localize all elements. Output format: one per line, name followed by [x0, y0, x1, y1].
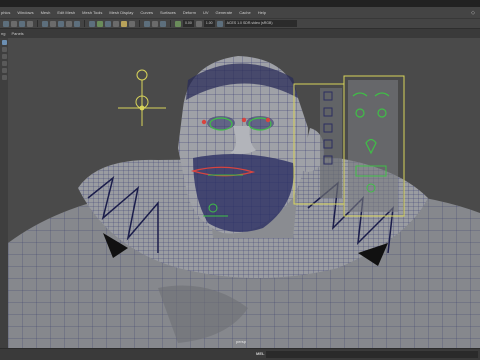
- paint-select-icon[interactable]: [1, 54, 7, 59]
- image-plane-icon[interactable]: [27, 20, 33, 27]
- smooth-shade-icon[interactable]: [97, 20, 103, 27]
- lasso-tool-icon[interactable]: [1, 47, 7, 52]
- menu-uv[interactable]: UV: [203, 10, 209, 15]
- menu-surfaces[interactable]: Surfaces: [160, 10, 176, 15]
- view-transform-icon[interactable]: [216, 20, 223, 27]
- shadows-icon[interactable]: [129, 20, 135, 27]
- gamma-field[interactable]: 1.00: [203, 20, 215, 27]
- gamma-icon[interactable]: [195, 20, 202, 27]
- wireframe-on-shaded-icon[interactable]: [105, 20, 111, 27]
- viewport-toolbar: 0.00 1.00 ACES 1.0 SDR-video (sRGB): [0, 18, 480, 29]
- menu-mesh-display[interactable]: Mesh Display: [109, 10, 133, 15]
- textured-icon[interactable]: [113, 20, 119, 27]
- menu-deform[interactable]: Deform: [183, 10, 196, 15]
- xray-joints-icon[interactable]: [160, 20, 166, 27]
- rotate-tool-icon[interactable]: [1, 68, 7, 73]
- wireframe-icon[interactable]: [89, 20, 95, 27]
- move-tool-icon[interactable]: [1, 61, 7, 66]
- toolbar-divider: [139, 20, 140, 27]
- exposure-field[interactable]: 0.00: [183, 20, 194, 27]
- scale-tool-icon[interactable]: [1, 75, 7, 80]
- menu-curves[interactable]: Curves: [140, 10, 153, 15]
- isolate-select-icon[interactable]: [144, 20, 150, 27]
- menu-panels[interactable]: Panels: [11, 31, 23, 36]
- view-transform-dropdown[interactable]: ACES 1.0 SDR-video (sRGB): [224, 20, 297, 27]
- toolbar-divider: [170, 20, 171, 27]
- resolution-gate-icon[interactable]: [58, 20, 64, 27]
- menu-generate[interactable]: Generate: [216, 10, 233, 15]
- camera-name-label: persp: [236, 339, 247, 344]
- right-brow-control: [265, 117, 271, 123]
- panel-menubar: ng Panels: [0, 29, 480, 38]
- select-tool-icon[interactable]: [1, 40, 7, 45]
- brow-control: [241, 117, 247, 123]
- color-management-icon[interactable]: [175, 20, 181, 27]
- command-line: MEL: [0, 348, 480, 360]
- xray-icon[interactable]: [152, 20, 158, 27]
- menu-help[interactable]: Help: [258, 10, 266, 15]
- menu-mesh-tools[interactable]: Mesh Tools: [82, 10, 102, 15]
- title-strip: [0, 0, 480, 7]
- menu-graphics[interactable]: phics: [1, 10, 10, 15]
- toolbar-divider: [84, 20, 85, 27]
- field-chart-icon[interactable]: [74, 20, 80, 27]
- viewport-canvas: [8, 56, 480, 348]
- menu-cache[interactable]: Cache: [239, 10, 251, 15]
- gate-mask-icon[interactable]: [66, 20, 72, 27]
- main-menubar: phics Windows Mesh Edit Mesh Mesh Tools …: [0, 7, 480, 18]
- look-at-control[interactable]: [118, 69, 166, 126]
- mel-label[interactable]: MEL: [256, 351, 264, 356]
- tool-box: [0, 38, 8, 348]
- mel-input-field[interactable]: [266, 351, 478, 358]
- toolbar-divider: [37, 20, 38, 27]
- grid-toggle-icon[interactable]: [42, 20, 48, 27]
- lock-camera-icon[interactable]: [11, 20, 17, 27]
- window-control-icon[interactable]: ◇: [471, 10, 475, 16]
- use-lights-icon[interactable]: [121, 20, 127, 27]
- camera-select-icon[interactable]: [3, 20, 9, 27]
- perspective-viewport[interactable]: persp: [8, 38, 480, 348]
- menu-mesh[interactable]: Mesh: [41, 10, 51, 15]
- menu-windows[interactable]: Windows: [17, 10, 33, 15]
- menu-shading[interactable]: ng: [1, 31, 5, 36]
- bookmark-icon[interactable]: [19, 20, 25, 27]
- menu-edit-mesh[interactable]: Edit Mesh: [57, 10, 75, 15]
- film-gate-icon[interactable]: [50, 20, 56, 27]
- left-brow-control: [201, 119, 207, 125]
